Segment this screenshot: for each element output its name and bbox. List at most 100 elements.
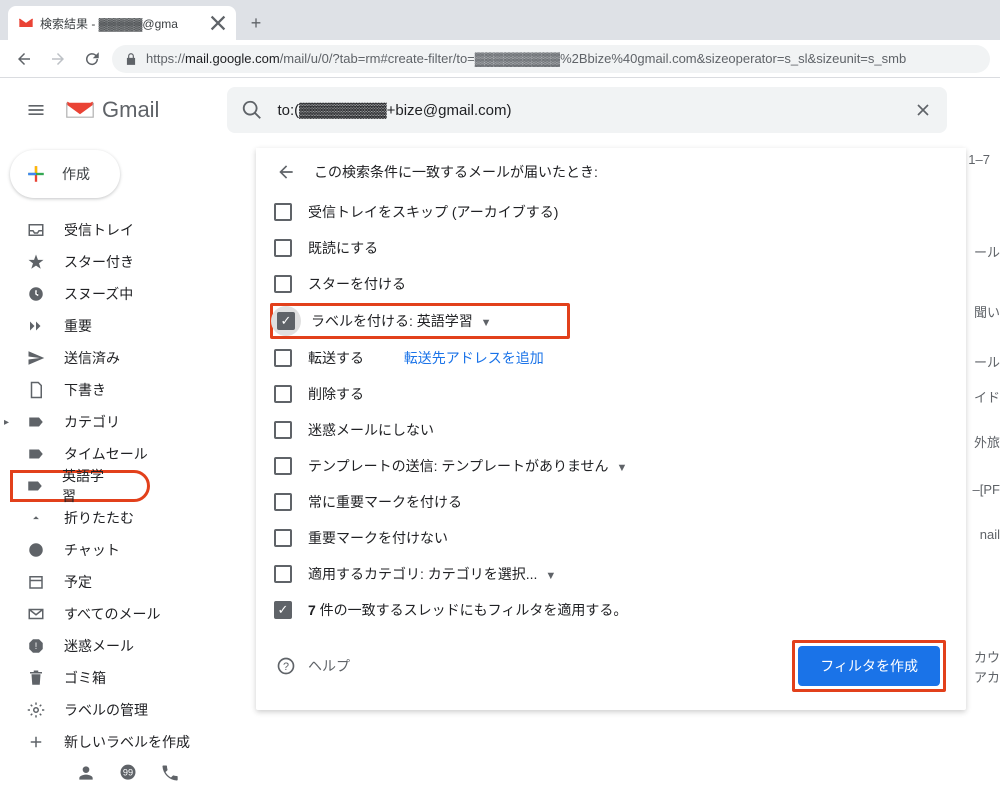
trash-icon [26,669,46,687]
browser-tab-strip: 検索結果 - ▓▓▓▓▓@gma + [0,0,1000,40]
partial-mail-text: ール [974,242,1000,261]
url-text: https://mail.google.com/mail/u/0/?tab=rm… [146,51,906,66]
checkbox-checked[interactable]: ✓ [274,601,292,619]
partial-mail-text: 外旅 [974,432,1000,451]
plus-icon [26,733,46,751]
search-clear-button[interactable] [913,100,933,120]
sidebar-item-受信トレイ[interactable]: 受信トレイ [0,214,256,246]
browser-toolbar: https://mail.google.com/mail/u/0/?tab=rm… [0,40,1000,78]
search-input[interactable] [277,102,899,119]
contacts-icon[interactable] [76,763,96,783]
compose-label: 作成 [62,164,90,184]
help-icon: ? [276,656,296,676]
chevrons-icon [26,317,46,335]
sidebar-item-チャット[interactable]: チャット [0,534,256,566]
opt-no-spam[interactable]: 迷惑メールにしない [270,412,952,448]
back-button[interactable] [10,45,38,73]
dropdown-icon[interactable]: ▼ [545,570,556,582]
sidebar-item-迷惑メール[interactable]: ! 迷惑メール [0,630,256,662]
sidebar-item-スヌーズ中[interactable]: スヌーズ中 [0,278,256,310]
svg-text:!: ! [35,641,38,651]
sidebar-item-label: 迷惑メール [64,636,134,656]
opt-apply-label[interactable]: ✓ ラベルを付ける: 英語学習 ▼ [270,303,570,339]
filter-panel: この検索条件に一致するメールが届いたとき: 受信トレイをスキップ (アーカイブす… [256,148,966,710]
forward-link[interactable]: 転送先アドレスを追加 [404,348,544,368]
checkbox[interactable] [274,457,292,475]
checkbox[interactable] [274,275,292,293]
search-icon[interactable] [241,99,263,121]
svg-text:99: 99 [123,768,133,778]
checkbox[interactable] [274,529,292,547]
page-count: 1–7 [958,148,1000,171]
sidebar-item-label: ゴミ箱 [64,668,106,688]
star-icon [26,253,46,271]
checkbox[interactable] [274,349,292,367]
opt-never-important[interactable]: 重要マークを付けない [270,520,952,556]
checkbox[interactable] [274,421,292,439]
opt-skip-inbox[interactable]: 受信トレイをスキップ (アーカイブする) [270,194,952,230]
sidebar-item-すべてのメール[interactable]: すべてのメール [0,598,256,630]
sidebar-item-カテゴリ[interactable]: ▸カテゴリ [0,406,256,438]
filter-back-button[interactable] [276,162,296,182]
sidebar-item-label: 受信トレイ [64,220,134,240]
browser-tab[interactable]: 検索結果 - ▓▓▓▓▓@gma [8,6,236,40]
sidebar-item-重要[interactable]: 重要 [0,310,256,342]
new-tab-button[interactable]: + [242,9,270,37]
opt-always-important[interactable]: 常に重要マークを付ける [270,484,952,520]
reload-button[interactable] [78,45,106,73]
opt-star[interactable]: スターを付ける [270,266,952,302]
opt-delete[interactable]: 削除する [270,376,952,412]
checkbox-checked[interactable]: ✓ [277,312,295,330]
partial-mail-text: アカ [974,667,1000,686]
sidebar-item-スター付き[interactable]: スター付き [0,246,256,278]
hangouts-icon[interactable]: 99 [118,763,138,783]
sidebar-item-ゴミ箱[interactable]: ゴミ箱 [0,662,256,694]
checkbox[interactable] [274,493,292,511]
expand-arrow-icon[interactable]: ▸ [4,417,9,428]
opt-category[interactable]: 適用するカテゴリ: カテゴリを選択... ▼ [270,556,952,592]
spam-icon: ! [26,637,46,655]
sidebar-item-予定[interactable]: 予定 [0,566,256,598]
sidebar-item-タイムセール[interactable]: タイムセール [0,438,256,470]
sidebar-item-label: 英語学習 [62,466,107,506]
tab-close-icon[interactable] [210,15,226,31]
sidebar-item-label: スヌーズ中 [64,284,133,304]
sidebar-item-ラベルの管理[interactable]: ラベルの管理 [0,694,256,726]
search-bar [227,87,947,133]
dropdown-icon[interactable]: ▼ [616,462,627,474]
sidebar-item-label: 予定 [64,572,92,592]
sidebar-item-label: ラベルの管理 [64,700,148,720]
sidebar-item-折りたたむ[interactable]: 折りたたむ [0,502,256,534]
phone-icon[interactable] [160,763,180,783]
opt-also-apply[interactable]: ✓7 件の一致するスレッドにもフィルタを適用する。 [270,592,952,628]
sidebar-item-下書き[interactable]: 下書き [0,374,256,406]
checkbox[interactable] [274,385,292,403]
sidebar-item-新しいラベルを作成[interactable]: 新しいラベルを作成 [0,726,256,758]
sidebar-item-label: 新しいラベルを作成 [64,732,190,752]
sidebar: 作成 受信トレイスター付きスヌーズ中重要送信済み下書き▸カテゴリタイムセール英語… [0,142,256,789]
compose-button[interactable]: 作成 [10,150,120,198]
checkbox[interactable] [274,239,292,257]
label-icon [26,413,46,431]
url-bar[interactable]: https://mail.google.com/mail/u/0/?tab=rm… [112,45,990,73]
create-filter-highlight: フィルタを作成 [792,640,946,692]
opt-forward[interactable]: 転送する 転送先アドレスを追加 [270,340,952,376]
dropdown-icon[interactable]: ▼ [481,317,492,329]
partial-mail-text: イド [974,387,1000,406]
help-link[interactable]: ? ヘルプ [276,656,350,676]
filter-header-text: この検索条件に一致するメールが届いたとき: [314,162,598,182]
forward-button[interactable] [44,45,72,73]
main-menu-button[interactable] [16,90,56,130]
create-filter-button[interactable]: フィルタを作成 [798,646,940,686]
sidebar-item-送信済み[interactable]: 送信済み [0,342,256,374]
opt-template[interactable]: テンプレートの送信: テンプレートがありません ▼ [270,448,952,484]
gmail-header: Gmail [0,78,1000,142]
gear-icon [26,701,46,719]
sidebar-item-label: スター付き [64,252,134,272]
gmail-logo[interactable]: Gmail [64,97,159,123]
opt-mark-read[interactable]: 既読にする [270,230,952,266]
sidebar-item-英語学習[interactable]: 英語学習 [10,470,150,502]
clock-icon [26,285,46,303]
checkbox[interactable] [274,565,292,583]
checkbox[interactable] [274,203,292,221]
